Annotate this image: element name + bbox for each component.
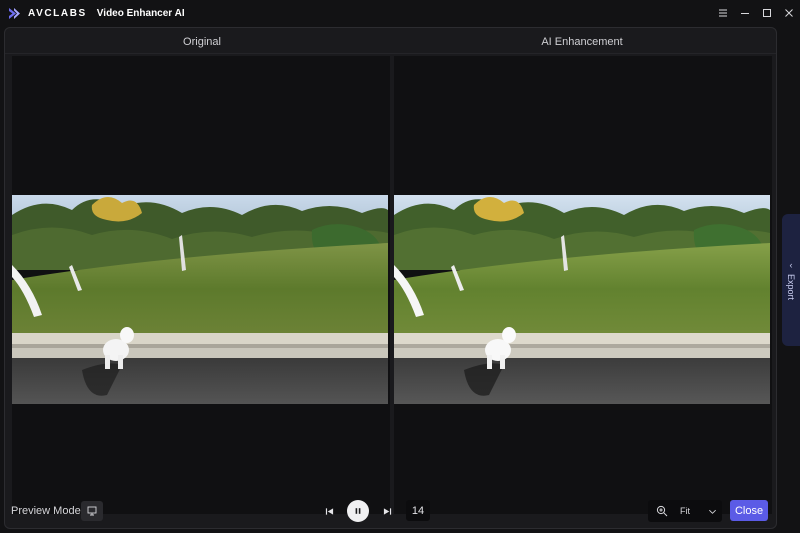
- pause-button[interactable]: [347, 500, 369, 522]
- close-button[interactable]: Close: [730, 500, 768, 521]
- logo-icon: [9, 7, 20, 19]
- export-label: Export: [786, 273, 796, 300]
- preview-panel: Original AI Enhancement: [4, 27, 777, 529]
- original-video-image: [12, 195, 388, 404]
- skip-back-icon: [325, 507, 333, 515]
- original-pane: [12, 56, 390, 514]
- preview-mode-button[interactable]: [81, 501, 103, 521]
- next-frame-button[interactable]: [381, 504, 393, 518]
- brand-name: AVCLABS: [28, 7, 87, 19]
- preview-mode-label: Preview Mode: [11, 505, 81, 517]
- bottom-toolbar: Preview Mode 14 Fit Close: [4, 496, 777, 528]
- enhanced-header: AI Enhancement: [541, 36, 623, 48]
- previous-frame-button[interactable]: [323, 504, 335, 518]
- monitor-icon: [87, 506, 97, 516]
- original-video-frame: [12, 195, 388, 404]
- chevron-left-icon: ‹: [789, 259, 793, 270]
- window-close-button[interactable]: [778, 0, 800, 26]
- title-bar: AVCLABS Video Enhancer AI: [0, 0, 800, 26]
- frame-number-field[interactable]: 14: [406, 500, 430, 521]
- zoom-in-icon: [656, 505, 668, 517]
- skip-forward-icon: [383, 507, 391, 515]
- export-tab[interactable]: ‹ Export: [782, 214, 800, 346]
- header-divider: [5, 53, 776, 54]
- minimize-icon: [741, 13, 749, 14]
- menu-icon: [719, 9, 727, 17]
- enhanced-video-frame: [394, 195, 770, 404]
- maximize-button[interactable]: [756, 0, 778, 26]
- pause-icon: [355, 508, 361, 514]
- chevron-down-icon: [709, 509, 716, 514]
- app-title: Video Enhancer AI: [96, 7, 185, 19]
- original-header: Original: [183, 36, 221, 48]
- zoom-select[interactable]: Fit: [648, 500, 722, 522]
- menu-button[interactable]: [712, 0, 734, 26]
- app-logo: AVCLABS Video Enhancer AI: [8, 7, 185, 20]
- minimize-button[interactable]: [734, 0, 756, 26]
- enhanced-video-image: [394, 195, 770, 404]
- maximize-icon: [763, 9, 771, 17]
- window-controls: [712, 0, 800, 26]
- close-icon: [785, 9, 793, 17]
- zoom-value: Fit: [680, 506, 690, 516]
- enhanced-pane: [394, 56, 772, 514]
